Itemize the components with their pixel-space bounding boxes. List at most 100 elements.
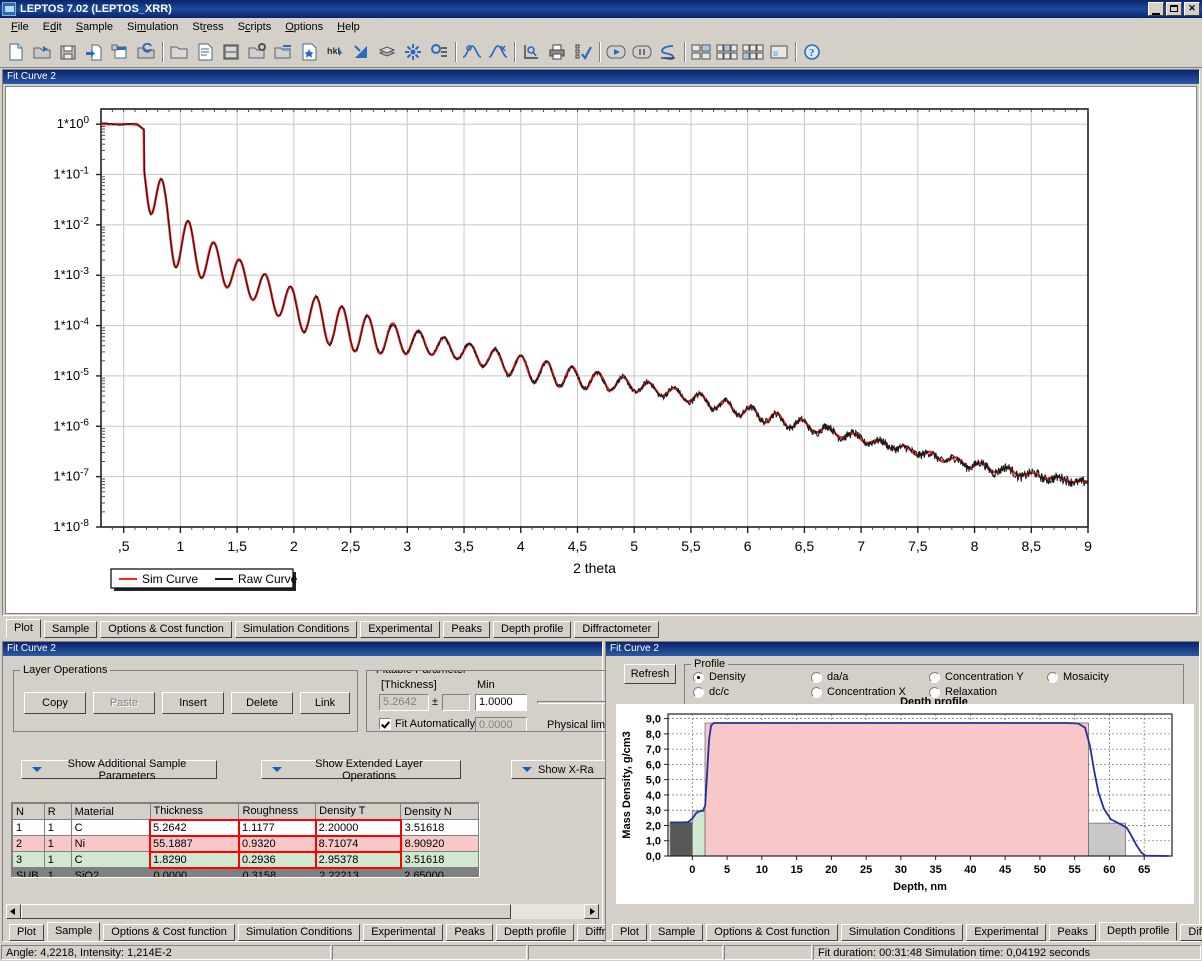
folder-layers-icon[interactable] [270,39,295,65]
tab-depth-profile[interactable]: Depth profile [1099,922,1177,941]
cell-r[interactable]: 1 [44,852,71,868]
tab-options-cost-function[interactable]: Options & Cost function [100,621,232,638]
document-icon[interactable] [192,39,217,65]
cell-density-t[interactable]: 2.22213 [316,868,401,879]
sample-panel-hscrollbar[interactable] [6,904,599,919]
profile-option-da-a[interactable]: da/a [811,670,929,684]
table-row[interactable]: 31C1.82900.29362.953783.51618 [13,852,479,868]
s-curve-icon[interactable] [655,39,680,65]
stack-layers-icon[interactable] [374,39,399,65]
tab-sample[interactable]: Sample [47,922,100,941]
cell-material[interactable]: C [71,852,150,868]
open-folder-icon[interactable] [29,39,54,65]
cell-roughness[interactable]: 1.1177 [239,820,316,836]
tab-experimental[interactable]: Experimental [360,621,440,638]
profile-option-mosaicity[interactable]: Mosaicity [1047,670,1165,684]
cell-material[interactable]: Ni [71,836,150,852]
tab-sample[interactable]: Sample [44,621,97,638]
fit-curve-cut-icon[interactable] [485,39,510,65]
column-header-r[interactable]: R [44,804,71,820]
cell-thickness[interactable]: 5.2642 [150,820,239,836]
checklist-icon[interactable] [570,39,595,65]
cell-density-n[interactable]: 3.51618 [401,852,479,868]
tile-6-icon[interactable] [714,39,739,65]
cell-density-n[interactable]: 3.51618 [401,820,479,836]
tab-plot[interactable]: Plot [612,924,647,941]
cell-density-t[interactable]: 2.95378 [316,852,401,868]
menu-options[interactable]: Options [278,19,330,35]
help-icon[interactable]: ? [799,39,824,65]
restore-button[interactable] [1166,2,1182,16]
tab-simulation-conditions[interactable]: Simulation Conditions [238,924,360,941]
profile-option-concentration-y[interactable]: Concentration Y [929,670,1047,684]
import-document-icon[interactable] [81,39,106,65]
menu-simulation[interactable]: Simulation [120,19,185,35]
cell-density-n[interactable]: 2.65000 [401,868,479,879]
table-row[interactable]: 21Ni55.18870.93208.710748.90920 [13,836,479,852]
cell-n[interactable]: 2 [13,836,45,852]
cell-thickness[interactable]: 55.1887 [150,836,239,852]
menu-help[interactable]: Help [330,19,367,35]
cell-roughness[interactable]: 0.9320 [239,836,316,852]
copy-button[interactable]: Copy [24,692,86,714]
menu-edit[interactable]: Edit [36,19,69,35]
cell-density-t[interactable]: 8.71074 [316,836,401,852]
menu-sample[interactable]: Sample [69,19,120,35]
tab-sample[interactable]: Sample [650,924,703,941]
close-button[interactable]: ✕ [1184,2,1200,16]
cell-roughness[interactable]: 0.2936 [239,852,316,868]
printer-icon[interactable] [544,39,569,65]
tab-options-cost-function[interactable]: Options & Cost function [706,924,838,941]
reflection-icon[interactable] [348,39,373,65]
cell-r[interactable]: 1 [44,836,71,852]
cell-n[interactable]: 1 [13,820,45,836]
refresh-button[interactable]: Refresh [624,664,676,684]
tab-depth-profile[interactable]: Depth profile [496,924,574,941]
layer-table-container[interactable]: NRMaterialThicknessRoughnessDensity TDen… [11,802,480,878]
tab-diffractometer[interactable]: Diffractometer [574,621,659,638]
table-row[interactable]: SUB1SiO20.00000.31582.222132.65000 [13,868,479,879]
column-header-n[interactable]: N [13,804,45,820]
fit-curve-icon[interactable] [459,39,484,65]
scroll-left-button[interactable] [6,904,21,919]
scroll-right-button[interactable] [584,904,599,919]
show-additional-sample-parameters-button[interactable]: Show Additional Sample Parameters [21,760,217,779]
cell-n[interactable]: 3 [13,852,45,868]
menu-file[interactable]: File [4,19,36,35]
play-icon[interactable] [603,39,628,65]
folder-icon[interactable] [166,39,191,65]
insert-button[interactable]: Insert [162,692,224,714]
tab-depth-profile[interactable]: Depth profile [493,621,571,638]
sunburst-icon[interactable] [400,39,425,65]
tab-experimental[interactable]: Experimental [363,924,443,941]
column-header-roughness[interactable]: Roughness [239,804,316,820]
cell-density-n[interactable]: 8.90920 [401,836,479,852]
cell-thickness[interactable]: 0.0000 [150,868,239,879]
tab-peaks[interactable]: Peaks [446,924,493,941]
max-value-field[interactable]: 0.0000 [475,717,527,732]
column-header-material[interactable]: Material [71,804,150,820]
minimize-button[interactable] [1148,2,1164,16]
tab-options-cost-function[interactable]: Options & Cost function [103,924,235,941]
column-header-density-t[interactable]: Density T [316,804,401,820]
xrr-plot-canvas[interactable]: 1*1001*10-11*10-21*10-31*10-41*10-51*10-… [5,86,1197,614]
cell-material[interactable]: SiO2 [71,868,150,879]
cell-roughness[interactable]: 0.3158 [239,868,316,879]
profile-option-density[interactable]: Density [693,670,811,684]
tab-simulation-conditions[interactable]: Simulation Conditions [841,924,963,941]
parameter-value-field[interactable]: 5.2642 [379,694,429,711]
table-row[interactable]: 11C5.26421.11772.200003.51618 [13,820,479,836]
pause-icon[interactable] [629,39,654,65]
tab-diffractometer[interactable]: Diffractometer [1180,924,1202,941]
tab-peaks[interactable]: Peaks [1049,924,1096,941]
min-value-field[interactable]: 1.0000 [475,694,527,711]
menu-scripts[interactable]: Scripts [231,19,279,35]
scrollbar-track[interactable] [21,904,584,919]
column-header-density-n[interactable]: Density N [401,804,479,820]
scrollbar-thumb[interactable] [21,904,511,919]
tab-plot[interactable]: Plot [6,619,41,638]
cell-r[interactable]: 1 [44,868,71,879]
open-recent-folder-icon[interactable] [133,39,158,65]
hkl-icon[interactable]: hkl [322,39,347,65]
cell-r[interactable]: 1 [44,820,71,836]
